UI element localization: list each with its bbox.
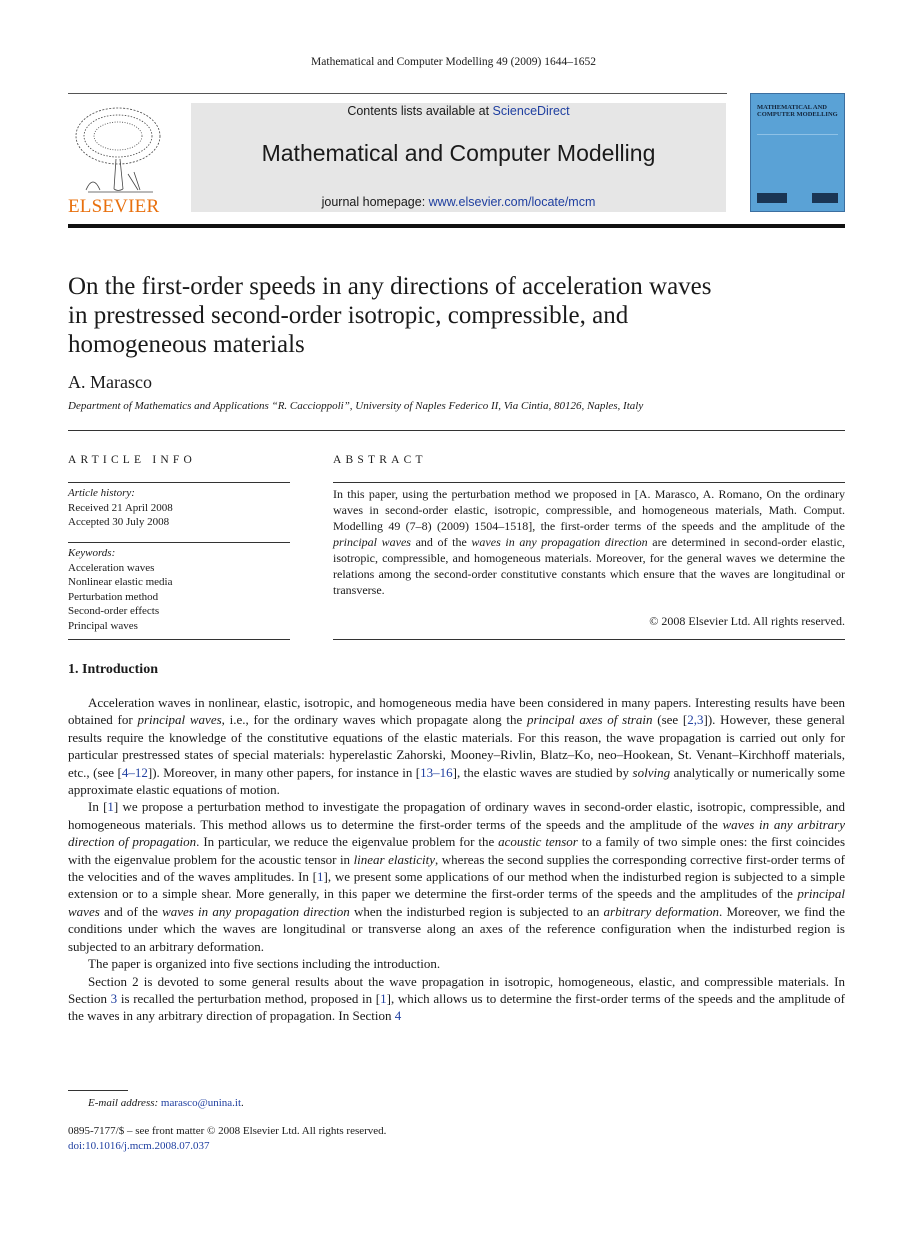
introduction-heading: 1. Introduction xyxy=(68,662,158,677)
title-line: homogeneous materials xyxy=(68,331,305,358)
text: In [ xyxy=(88,799,108,815)
footnote-suffix: . xyxy=(241,1097,244,1109)
homepage-prefix: journal homepage: xyxy=(321,195,429,209)
journal-title: Mathematical and Computer Modelling xyxy=(261,140,656,166)
title-line: in prestressed second-order isotropic, c… xyxy=(68,302,629,329)
text: , i.e., for the ordinary waves which pro… xyxy=(221,712,527,728)
text: . In particular, we reduce the eigenvalu… xyxy=(196,834,499,850)
homepage-line: journal homepage: www.elsevier.com/locat… xyxy=(191,195,726,209)
cover-title: MATHEMATICAL AND COMPUTER MODELLING xyxy=(757,104,838,118)
emphasis: linear elasticity xyxy=(353,851,436,867)
keyword: Principal waves xyxy=(68,619,138,632)
contents-prefix: Contents lists available at xyxy=(347,104,493,118)
running-head: Mathematical and Computer Modelling 49 (… xyxy=(311,56,596,68)
header-divider xyxy=(68,430,845,431)
footnote-rule xyxy=(68,1090,128,1091)
text: and of the xyxy=(99,903,163,919)
abstract-copyright: © 2008 Elsevier Ltd. All rights reserved… xyxy=(649,614,845,628)
citation-link[interactable]: 4–12 xyxy=(122,765,148,780)
paragraph: In [1] we propose a perturbation method … xyxy=(68,798,845,955)
text: ], the elastic waves are studied by xyxy=(452,764,633,780)
citation-link[interactable]: 13–16 xyxy=(420,765,453,780)
abstract-bottom-rule xyxy=(333,639,845,640)
text: ]). Moreover, in many other papers, for … xyxy=(147,764,421,780)
emphasis: arbitrary deformation xyxy=(603,903,719,919)
emphasis: principal waves xyxy=(137,712,222,728)
article-title: On the first-order speeds in any directi… xyxy=(68,272,845,359)
issn-line: 0895-7177/$ – see front matter © 2008 El… xyxy=(68,1125,387,1137)
abstract-text-part: and of the xyxy=(410,535,472,549)
keyword: Perturbation method xyxy=(68,590,159,603)
title-line: On the first-order speeds in any directi… xyxy=(68,273,712,300)
journal-homepage-link[interactable]: www.elsevier.com/locate/mcm xyxy=(429,195,596,209)
introduction-body: Acceleration waves in nonlinear, elastic… xyxy=(68,694,845,1025)
author-email-link[interactable]: marasco@unina.it xyxy=(161,1097,241,1109)
sciencedirect-link[interactable]: ScienceDirect xyxy=(493,104,570,118)
accepted-date: Accepted 30 July 2008 xyxy=(68,516,170,528)
emphasis: principal axes of strain xyxy=(526,712,653,728)
received-date: Received 21 April 2008 xyxy=(68,501,173,514)
section-link[interactable]: 4 xyxy=(395,1008,402,1023)
abstract-emphasis: waves in any propagation direction xyxy=(471,535,648,549)
keywords-block: Keywords: Acceleration waves Nonlinear e… xyxy=(68,546,290,633)
doi-link[interactable]: doi:10.1016/j.mcm.2008.07.037 xyxy=(68,1140,209,1152)
text: (see [ xyxy=(652,712,688,728)
paragraph: Section 2 is devoted to some general res… xyxy=(68,973,845,1025)
author-name: A. Marasco xyxy=(68,372,152,392)
text: when the indisturbed region is subjected… xyxy=(349,903,604,919)
abstract-heading: ABSTRACT xyxy=(333,454,427,466)
article-info-rule xyxy=(68,482,290,483)
abstract-text-part: In this paper, using the perturbation me… xyxy=(333,487,845,533)
keyword: Acceleration waves xyxy=(68,561,155,574)
paragraph: The paper is organized into five section… xyxy=(88,956,441,972)
article-info-heading: ARTICLE INFO xyxy=(68,454,196,466)
keywords-rule xyxy=(68,639,290,640)
footnote-label: E-mail address: xyxy=(88,1097,161,1109)
contents-line: Contents lists available at ScienceDirec… xyxy=(191,104,726,118)
author-affiliation: Department of Mathematics and Applicatio… xyxy=(68,400,644,412)
abstract-emphasis: principal waves xyxy=(333,535,411,549)
emphasis: acoustic tensor xyxy=(498,834,578,850)
article-history: Article history: Received 21 April 2008 … xyxy=(68,486,290,530)
email-footnote: E-mail address: marasco@unina.it. xyxy=(88,1097,244,1109)
text: is recalled the perturbation method, pro… xyxy=(117,990,381,1006)
cover-decoration xyxy=(757,134,838,185)
cover-footer xyxy=(757,191,838,205)
abstract-text: In this paper, using the perturbation me… xyxy=(333,486,845,598)
publisher-name: ELSEVIER xyxy=(68,196,160,217)
keyword: Nonlinear elastic media xyxy=(68,576,173,588)
history-rule xyxy=(68,542,290,543)
emphasis: solving xyxy=(632,764,671,780)
keywords-label: Keywords: xyxy=(68,547,116,559)
abstract-rule xyxy=(333,482,845,483)
citation-link[interactable]: 2,3 xyxy=(687,712,703,727)
keyword: Second-order effects xyxy=(68,605,160,617)
paragraph: Acceleration waves in nonlinear, elastic… xyxy=(68,694,845,798)
emphasis: waves in any propagation direction xyxy=(162,903,350,919)
masthead-bottom-rule xyxy=(68,224,845,228)
history-label: Article history: xyxy=(68,487,135,499)
journal-cover-thumbnail: MATHEMATICAL AND COMPUTER MODELLING xyxy=(750,93,845,212)
masthead-top-rule xyxy=(68,93,727,94)
